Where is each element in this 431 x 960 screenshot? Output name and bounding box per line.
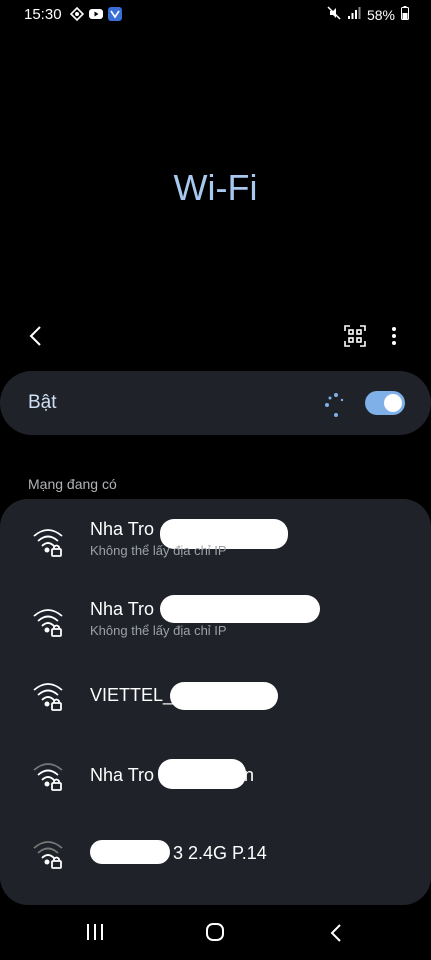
network-list: Nha Tro Không thể lấy địa chỉ IP Nha Tro… [0, 499, 431, 905]
wifi-locked-icon [32, 605, 64, 637]
signal-icon [347, 6, 361, 23]
qr-scan-icon[interactable] [344, 325, 366, 347]
chevron-left-icon[interactable] [26, 324, 46, 348]
network-name: Nha Tro [90, 765, 155, 785]
network-item[interactable]: 3 2.4G P.14 [0, 825, 431, 905]
network-name: Nha Tro [90, 599, 155, 619]
status-right: 58% [327, 6, 409, 23]
redaction-mark [160, 595, 320, 623]
network-item[interactable]: Nha Tro n [0, 747, 431, 827]
page-title: Wi-Fi [173, 167, 258, 208]
battery-percent: 58% [366, 6, 395, 23]
status-time: 15:30 [24, 6, 62, 23]
redaction-mark [170, 682, 278, 710]
network-item[interactable]: VIETTEL_ [0, 667, 431, 747]
scanning-icon [322, 391, 350, 419]
wifi-locked-icon [32, 759, 64, 791]
battery-icon [401, 6, 409, 23]
network-item[interactable]: Nha Tro Không thể lấy địa chỉ IP [0, 587, 431, 667]
app-icon [108, 7, 122, 21]
navigation-bar [0, 905, 431, 960]
wifi-toggle-label: Bật [28, 392, 57, 413]
network-status: Không thể lấy địa chỉ IP [90, 623, 227, 638]
wifi-toggle-row[interactable]: Bật [0, 371, 431, 435]
home-icon[interactable] [205, 922, 225, 942]
notification-icons [69, 6, 122, 22]
sync-icon [69, 6, 85, 22]
network-status: Không thể lấy địa chỉ IP [90, 543, 227, 558]
redaction-mark [158, 759, 246, 789]
network-name: Nha Tro [90, 519, 155, 539]
recent-apps-icon[interactable] [86, 923, 104, 941]
youtube-icon [89, 7, 103, 21]
network-name: VIETTEL_ [90, 685, 174, 705]
wifi-locked-icon [32, 525, 64, 557]
more-vert-icon[interactable] [388, 324, 400, 348]
redaction-mark [90, 840, 170, 864]
mute-icon [327, 6, 341, 23]
wifi-switch[interactable] [365, 391, 405, 415]
network-item[interactable]: Nha Tro Không thể lấy địa chỉ IP [0, 507, 431, 587]
toolbar [0, 318, 431, 354]
back-nav-icon[interactable] [328, 922, 344, 944]
network-name: 3 2.4G P.14 [173, 843, 267, 863]
wifi-locked-icon [32, 837, 64, 869]
status-bar: 15:30 58% [0, 0, 431, 30]
available-networks-label: Mạng đang có [28, 476, 117, 492]
switch-knob [384, 394, 402, 412]
wifi-locked-icon [32, 679, 64, 711]
